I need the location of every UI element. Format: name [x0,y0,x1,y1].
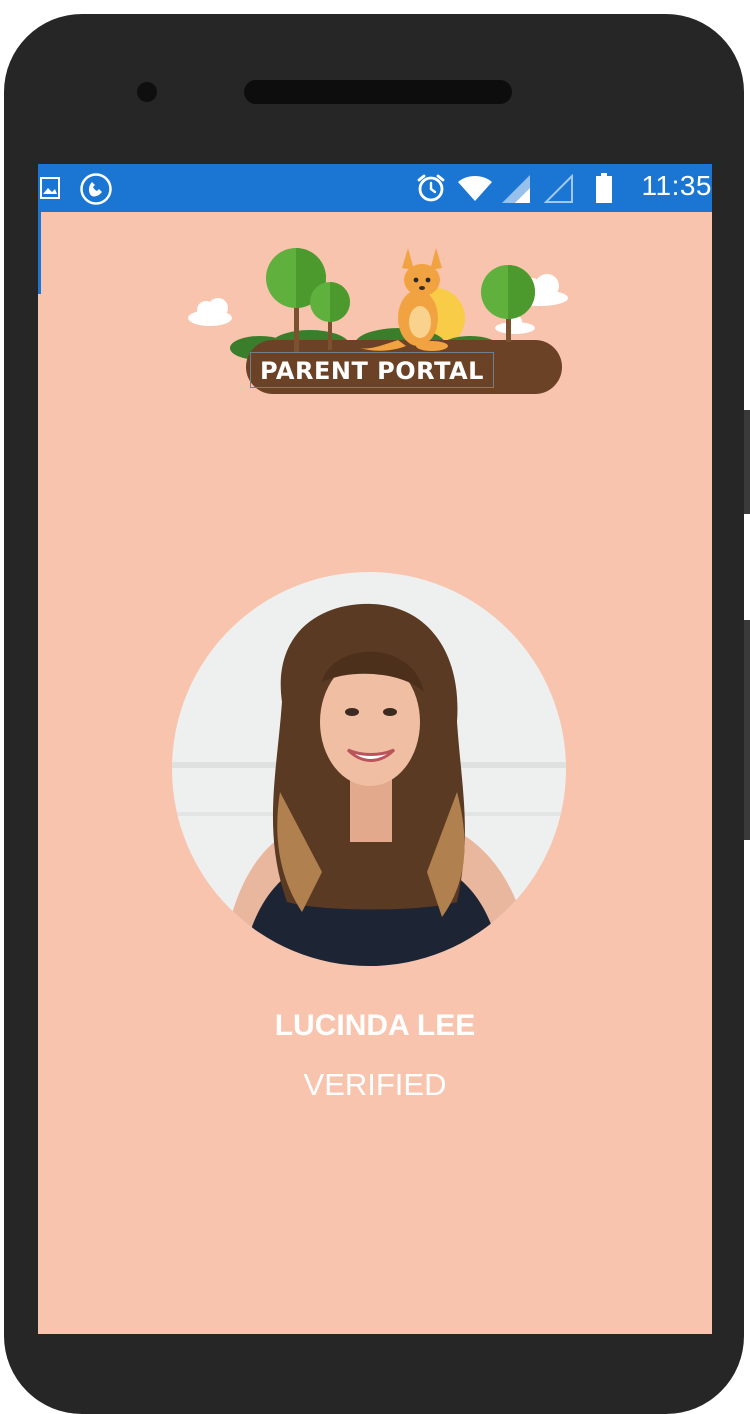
power-button [744,620,750,840]
earpiece-speaker [244,80,512,104]
verification-status: VERIFIED [303,1067,447,1102]
status-bar-edge [38,212,41,294]
volume-button [744,410,750,514]
logo-text: PARENT PORTAL [250,352,494,388]
call-icon [80,173,112,205]
signal-empty-icon [544,174,573,203]
app-screen: 11:35 PARENT PORTAL LUCINDA LEE VERIFIED [38,164,712,1334]
status-bar: 11:35 [38,164,712,212]
profile-avatar [172,572,566,966]
gallery-icon [40,177,60,199]
profile-photo [172,572,566,966]
alarm-icon [417,174,445,202]
status-time: 11:35 [641,170,712,201]
signal-icon [502,175,530,203]
front-camera [137,82,157,102]
user-name: LUCINDA LEE [274,1009,476,1042]
wifi-icon [458,176,492,201]
parent-portal-logo: PARENT PORTAL [170,242,580,402]
battery-icon [596,173,612,203]
